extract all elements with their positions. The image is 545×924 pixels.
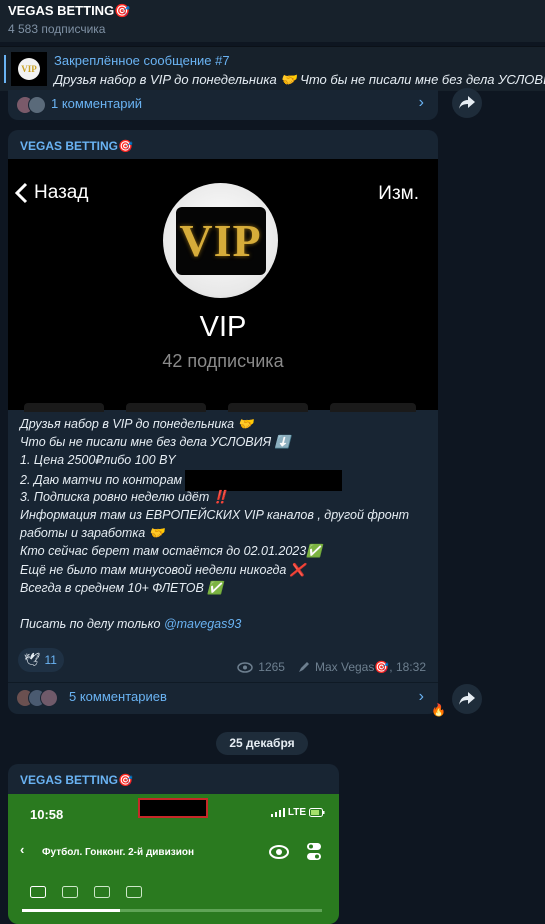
- vip-logo-text: VIP: [179, 215, 262, 266]
- comments-link[interactable]: 5 комментариев ›: [8, 682, 438, 714]
- pinned-text: Друзья набор в VIP до понедельника 🤝 Что…: [54, 72, 545, 87]
- chevron-right-icon: ›: [418, 688, 424, 705]
- chevron-right-icon: ›: [418, 94, 424, 111]
- screenshot-channel-name: VIP: [199, 311, 247, 343]
- screenshot-tab: [228, 403, 308, 412]
- screenshot-tab: [126, 403, 206, 412]
- back-arrow-icon: [14, 182, 28, 204]
- phone-back-icon: ‹: [20, 842, 25, 857]
- post-line: 2. Даю матчи по конторам: [20, 469, 432, 491]
- commenter-avatar: [28, 96, 46, 114]
- redaction-box: [138, 798, 208, 818]
- toggle-icon: [307, 843, 321, 860]
- post-line: Писать по делу только @mavegas93: [20, 615, 432, 633]
- share-button[interactable]: [452, 684, 482, 714]
- post-line: Ещё не было там минусовой недели никогда…: [20, 562, 306, 577]
- share-icon: [459, 692, 475, 705]
- post-line: работы и заработка 🤝: [20, 526, 165, 541]
- view-count: 1265: [258, 660, 285, 674]
- tab-chart-icon: [126, 886, 142, 898]
- comments-count: 5 комментариев: [69, 689, 167, 704]
- phone-time: 10:58: [30, 807, 64, 822]
- vip-logo: VIP: [163, 183, 278, 298]
- battery-icon: [309, 808, 325, 817]
- post-author[interactable]: VEGAS BETTING🎯: [20, 139, 133, 153]
- subscriber-count: 4 583 подписчика: [8, 22, 106, 36]
- comments-link[interactable]: 1 комментарий ›: [8, 90, 438, 120]
- tab-stats-icon: [62, 886, 78, 898]
- screenshot-back: Назад: [14, 182, 88, 204]
- reaction-chip[interactable]: 🕊 11: [18, 648, 64, 672]
- pinned-thumb-text: VIP: [21, 64, 37, 74]
- commenter-avatar: [40, 689, 58, 707]
- pinned-message-bar[interactable]: VIP Закреплённое сообщение #7 Друзья наб…: [0, 46, 545, 91]
- share-button[interactable]: [452, 88, 482, 118]
- mention-link[interactable]: @mavegas93: [164, 617, 241, 631]
- pinned-thumbnail: VIP: [11, 52, 47, 86]
- tab-indicator: [22, 909, 322, 912]
- post-line: Всегда в среднем 10+ ФЛЕТОВ ✅: [20, 580, 223, 595]
- screenshot-back-label: Назад: [34, 182, 89, 203]
- reaction-count: 11: [44, 653, 57, 667]
- post-line-text: 2. Даю матчи по конторам: [20, 472, 183, 487]
- pinned-title: Закреплённое сообщение #7: [54, 53, 230, 68]
- channel-post[interactable]: VEGAS BETTING🎯 10:58 LTE ‹ Футбол. Гонко…: [8, 764, 339, 924]
- fire-reaction-icon: 🔥: [431, 703, 446, 717]
- phone-status: LTE: [270, 807, 325, 818]
- post-image[interactable]: Назад Изм. VIP VIP 42 подписчика: [8, 159, 438, 412]
- post-line: Друзья набор в VIP до понедельника 🤝: [20, 417, 254, 431]
- dove-icon: 🕊: [24, 652, 41, 667]
- eye-icon: [237, 661, 254, 673]
- channel-title: VEGAS BETTING🎯: [8, 3, 131, 18]
- date-separator: 25 декабря: [216, 732, 308, 755]
- channel-post[interactable]: VEGAS BETTING🎯 Назад Изм. VIP VIP 42 под…: [8, 130, 438, 714]
- post-image[interactable]: 10:58 LTE ‹ Футбол. Гонконг. 2-й дивизио…: [8, 794, 339, 924]
- post-line: [20, 597, 432, 615]
- post-line: 3. Подписка ровно неделю идёт ‼️: [20, 489, 229, 504]
- league-title: Футбол. Гонконг. 2-й дивизион: [42, 847, 194, 858]
- channel-header[interactable]: VEGAS BETTING🎯 4 583 подписчика: [0, 0, 545, 42]
- network-label: LTE: [287, 807, 306, 818]
- post-meta: 1265 Max Vegas🎯, 18:32: [237, 660, 426, 674]
- screenshot-tab: [330, 403, 416, 412]
- pinned-indicator: [4, 55, 6, 83]
- post-line: 1. Цена 2500₽либо 100 BY: [20, 453, 176, 468]
- screenshot-subscribers: 42 подписчика: [162, 351, 284, 371]
- comments-count: 1 комментарий: [51, 96, 142, 111]
- screenshot-edit: Изм.: [378, 183, 419, 204]
- post-line-text: Писать по делу только: [20, 617, 164, 632]
- signal-icon: [270, 808, 285, 817]
- tab-list-icon: [94, 886, 110, 898]
- pen-icon: [298, 662, 309, 672]
- eye-icon: [269, 845, 289, 859]
- post-line: Кто сейчас берет там остаётся до 02.01.2…: [20, 544, 322, 559]
- post-author[interactable]: VEGAS BETTING🎯: [20, 773, 133, 787]
- post-line: Информация там из ЕВРОПЕЙСКИХ VIP канало…: [20, 507, 410, 522]
- post-line: Что бы не писали мне без дела УСЛОВИЯ ⬇️: [20, 435, 291, 450]
- screenshot-tab: [24, 403, 104, 412]
- tab-info-icon: [30, 886, 46, 898]
- share-icon: [459, 96, 475, 109]
- post-signature: Max Vegas🎯, 18:32: [314, 660, 426, 674]
- post-text: Друзья набор в VIP до понедельника 🤝 Что…: [20, 415, 432, 633]
